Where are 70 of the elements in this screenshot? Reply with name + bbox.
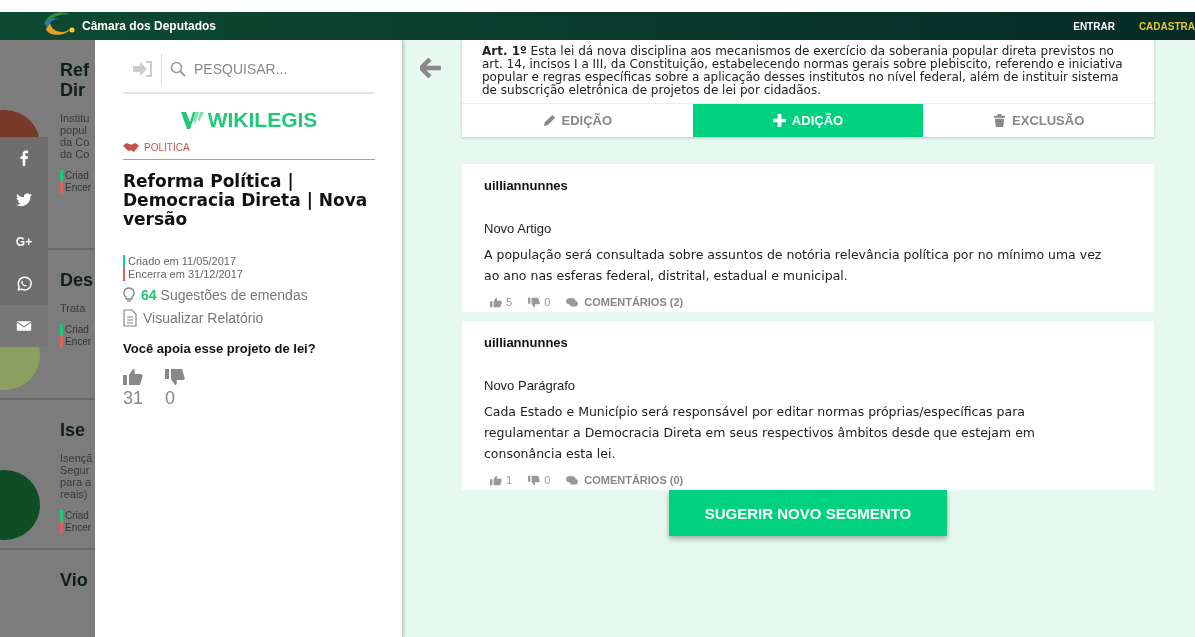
created-date: Criado em 11/05/2017	[123, 255, 237, 268]
project-description: popul	[60, 124, 88, 136]
suggestion-text: A população será consultada sobre assuntos de notória relevância política por no mínimo uma vez ao ano nas esferas federal, distrital, estadual e municipal.	[484, 246, 1103, 285]
site-logo-text: WIKILEGIS	[207, 108, 318, 132]
votes-up-count: 31	[123, 388, 144, 409]
plus-icon	[772, 114, 786, 127]
suggestion-type: Novo Parágrafo	[484, 378, 577, 393]
comments-icon	[566, 474, 579, 486]
project-description: da Co	[60, 148, 91, 160]
add-tab[interactable]: ADIÇÃO	[692, 104, 924, 137]
thumbs-down-icon[interactable]	[528, 474, 541, 486]
closing-date: Encer	[60, 522, 93, 534]
whatsapp-icon	[16, 276, 32, 292]
closing-date: Encerra em 31/12/2017	[123, 268, 243, 281]
project-title: Reforma Política | Democracia Direta | Nova versão	[123, 172, 369, 229]
thumbs-up-icon[interactable]	[490, 296, 502, 308]
project-description: Institu	[60, 112, 91, 124]
twitter-icon	[16, 192, 32, 208]
project-description: da Co	[60, 136, 91, 148]
category-label: POLITICA	[144, 142, 190, 153]
project-title: Des	[60, 270, 94, 290]
project-description: reais)	[60, 488, 89, 500]
likes-count: 1	[506, 474, 513, 486]
report-link[interactable]: Visualizar Relatório	[143, 310, 264, 326]
back-arrow-icon[interactable]	[420, 58, 442, 78]
project-title: Vio	[60, 570, 88, 590]
logo-icon	[180, 111, 205, 129]
project-description: Trata	[60, 302, 87, 314]
project-description: Segur	[60, 464, 91, 476]
thumbs-up-icon[interactable]	[123, 368, 143, 386]
signup-link[interactable]: CADASTRA	[1138, 20, 1195, 32]
suggestions-count: 64	[141, 287, 157, 303]
suggestion-type: Novo Artigo	[484, 221, 553, 236]
closing-date: Encer	[60, 182, 92, 194]
site-title: Câmara dos Deputados	[82, 19, 217, 33]
document-icon	[123, 309, 137, 327]
project-description: Isençã	[60, 452, 93, 464]
thumbs-up-icon[interactable]	[490, 474, 502, 486]
comments-link[interactable]: COMENTÁRIOS (0)	[584, 474, 684, 486]
lightbulb-icon	[123, 287, 135, 303]
pencil-icon	[542, 114, 556, 127]
mail-share-button[interactable]	[0, 305, 48, 347]
search-icon	[170, 61, 186, 77]
suggestion-text: Cada Estado e Município será responsável por editar normas próprias/específicas para regulamentar a Democracia Direta em seus respectivos âmbitos desde que estejam em consonância esta lei.	[484, 403, 1037, 463]
author-name: uilliannunnes	[484, 178, 569, 193]
suggestions-label: Sugestões de emendas	[160, 287, 308, 303]
thumbs-down-icon[interactable]	[165, 368, 186, 386]
thumbs-down-icon[interactable]	[528, 296, 541, 308]
project-title: Ise	[60, 420, 87, 440]
comments-icon	[566, 296, 579, 308]
created-date: Criad	[60, 170, 92, 182]
delete-tab[interactable]: EXCLUSÃO	[923, 104, 1154, 137]
mail-icon	[16, 318, 32, 334]
votes-down-count: 0	[165, 388, 176, 409]
article-text: Art. 1º Esta lei dá nova disciplina aos mecanismos de exercício da soberania popular direta previstos no art. 14, incisos I a III, da Constituição, estabelecendo normas gerais sobre plebiscito, referendo e iniciativa popular e regras específicas sobre a aplicação desses institutos no nível federal, além de instituir sistema de subscrição eletrônica de projetos de lei por cidadãos.	[481, 43, 1124, 99]
project-title: Dir	[60, 80, 86, 100]
comments-link[interactable]: COMENTÁRIOS (2)	[584, 296, 684, 308]
trash-icon	[993, 114, 1007, 127]
support-question: Você apoia esse projeto de lei?	[123, 341, 317, 356]
dislikes-count: 0	[544, 474, 551, 486]
created-date: Criad	[60, 510, 93, 522]
suggest-segment-button[interactable]: SUGERIR NOVO SEGMENTO	[668, 490, 948, 536]
likes-count: 5	[506, 296, 513, 308]
edit-tab[interactable]: EDIÇÃO	[462, 104, 693, 137]
gplus-button[interactable]: G+	[0, 221, 48, 263]
author-name: uilliannunnes	[484, 335, 569, 350]
login-link[interactable]: ENTRAR	[1073, 20, 1115, 32]
project-description: para a	[60, 476, 93, 488]
project-title: Ref	[60, 60, 90, 80]
dislikes-count: 0	[544, 296, 551, 308]
